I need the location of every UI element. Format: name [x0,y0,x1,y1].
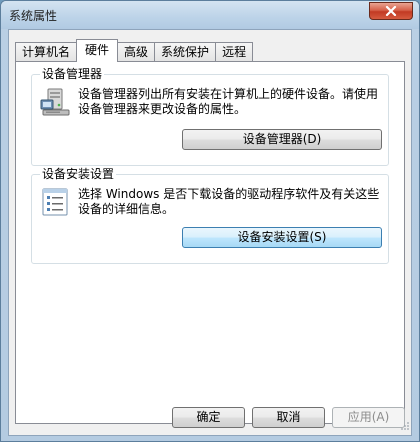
window-title: 系统属性 [9,9,58,23]
device-manager-group: 设备管理器 设备管理器列出所有安装在计算机上的硬件设备。请使用设备管理器来更改设… [31,67,389,166]
cancel-button[interactable]: 取消 [252,407,325,428]
tab-strip: 计算机名 硬件 高级 系统保护 远程 [15,39,254,62]
apply-button[interactable]: 应用(A) [332,407,405,428]
tab-system-protection[interactable]: 系统保护 [154,42,217,62]
tab-hardware[interactable]: 硬件 [76,39,119,62]
dialog-body: 计算机名 硬件 高级 系统保护 远程 设备管理器 设备管理器列出所有安装在计算机… [8,29,412,436]
title-bar[interactable]: 系统属性 [1,1,419,29]
device-manager-icon [40,87,70,120]
footer-buttons: 确定 取消 应用(A) [9,407,411,431]
device-installation-heading: 设备安装设置 [40,167,117,181]
device-installation-group: 设备安装设置 选择 Windows 是否下载设备的驱动程序软件及有关这些设备的详… [31,167,389,264]
ok-button[interactable]: 确定 [172,407,245,428]
checklist-icon [40,187,70,220]
hardware-tab-panel: 设备管理器 设备管理器列出所有安装在计算机上的硬件设备。请使用设备管理器来更改设… [15,61,405,424]
device-installation-settings-button[interactable]: 设备安装设置(S) [182,227,382,248]
system-properties-window: 系统属性 计算机名 硬件 高级 系统保护 远程 设备管理器 设备管理器列出所有安… [0,0,420,442]
tab-advanced[interactable]: 高级 [117,42,156,62]
device-manager-description: 设备管理器列出所有安装在计算机上的硬件设备。请使用设备管理器来更改设备的属性。 [78,87,379,116]
tab-remote[interactable]: 远程 [215,42,254,62]
device-manager-heading: 设备管理器 [40,67,105,81]
resize-grip-icon[interactable] [400,420,410,434]
close-icon [385,6,397,16]
close-button[interactable] [369,2,413,20]
tab-computer-name[interactable]: 计算机名 [15,42,78,62]
device-installation-description: 选择 Windows 是否下载设备的驱动程序软件及有关这些设备的详细信息。 [78,187,380,216]
device-manager-button[interactable]: 设备管理器(D) [182,129,382,150]
